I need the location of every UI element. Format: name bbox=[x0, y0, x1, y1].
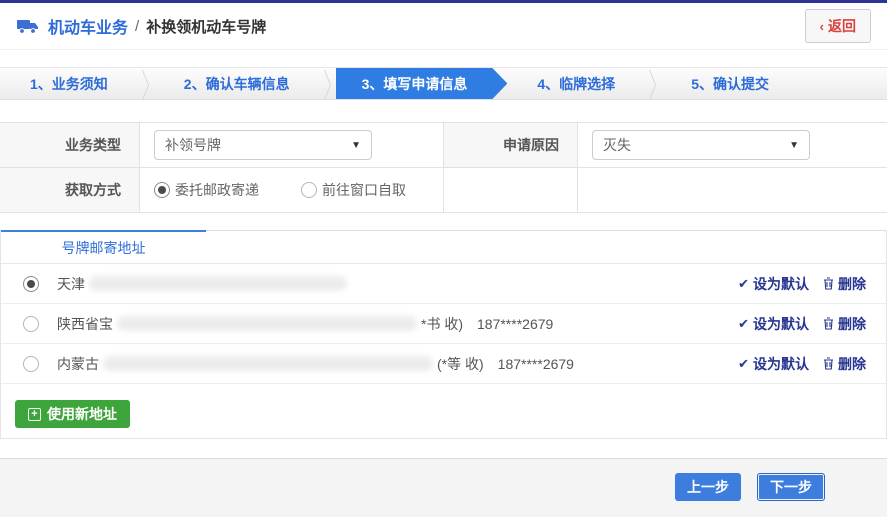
redacted-address-blur bbox=[117, 316, 417, 331]
step-1-business-notice[interactable]: 1、业务须知 bbox=[0, 68, 138, 99]
page-title: 机动车业务 bbox=[48, 14, 128, 38]
address-tab-bar: 号牌邮寄地址 bbox=[1, 230, 886, 264]
set-default-label: 设为默认 bbox=[753, 314, 809, 334]
address-text: 内蒙古 (*等 收) 187****2679 bbox=[57, 354, 574, 374]
obtain-method-cell: 委托邮政寄递 前往窗口自取 bbox=[140, 168, 443, 212]
chevron-down-icon: ▼ bbox=[351, 140, 361, 151]
address-radio-icon[interactable] bbox=[23, 316, 39, 332]
next-step-button[interactable]: 下一步 bbox=[757, 473, 825, 501]
address-radio-icon[interactable] bbox=[23, 356, 39, 372]
empty-cell bbox=[578, 168, 887, 212]
set-default-link[interactable]: ✔ 设为默认 bbox=[738, 354, 809, 374]
trash-icon bbox=[823, 357, 834, 370]
set-default-link[interactable]: ✔ 设为默认 bbox=[738, 314, 809, 334]
obtain-method-radio-group: 委托邮政寄递 前往窗口自取 bbox=[154, 180, 406, 200]
use-new-address-button[interactable]: + 使用新地址 bbox=[15, 400, 130, 428]
apply-reason-cell: 灭失 ▼ bbox=[578, 123, 887, 167]
apply-reason-select[interactable]: 灭失 ▼ bbox=[592, 130, 810, 160]
page-header: 机动车业务 / 补换领机动车号牌 ‹ 返回 bbox=[0, 3, 887, 50]
address-actions: ✔ 设为默认 删除 bbox=[738, 354, 866, 374]
radio-selected-icon[interactable] bbox=[154, 182, 170, 198]
address-suffix: (*等 收) bbox=[437, 354, 484, 374]
step-4-temp-plate[interactable]: 4、临牌选择 bbox=[507, 68, 645, 99]
address-phone: 187****2679 bbox=[477, 316, 553, 332]
empty-cell bbox=[443, 168, 578, 212]
redacted-address-blur bbox=[103, 356, 433, 371]
set-default-label: 设为默认 bbox=[753, 354, 809, 374]
apply-reason-value: 灭失 bbox=[603, 135, 631, 155]
truck-icon bbox=[16, 17, 40, 35]
address-actions: ✔ 设为默认 删除 bbox=[738, 274, 866, 294]
step-2-confirm-vehicle[interactable]: 2、确认车辆信息 bbox=[154, 68, 320, 99]
radio-option-mail-label: 委托邮政寄递 bbox=[175, 180, 259, 200]
radio-option-mail[interactable]: 委托邮政寄递 bbox=[154, 180, 259, 200]
obtain-method-label: 获取方式 bbox=[0, 168, 140, 212]
back-button[interactable]: ‹ 返回 bbox=[805, 9, 871, 43]
address-suffix: *书 收) bbox=[421, 314, 463, 334]
trash-icon bbox=[823, 277, 834, 290]
address-prefix: 内蒙古 bbox=[57, 354, 99, 374]
address-row: 天津 ✔ 设为默认 删除 bbox=[1, 264, 886, 304]
address-actions: ✔ 设为默认 删除 bbox=[738, 314, 866, 334]
address-text: 天津 bbox=[57, 274, 351, 294]
delete-link[interactable]: 删除 bbox=[823, 314, 866, 334]
step-3-fill-application[interactable]: 3、填写申请信息 bbox=[336, 68, 508, 99]
step-progress-bar: 1、业务须知 2、确认车辆信息 3、填写申请信息 4、临牌选择 5、确认提交 bbox=[0, 67, 887, 100]
breadcrumb-current: 补换领机动车号牌 bbox=[146, 16, 266, 37]
new-address-area: + 使用新地址 bbox=[1, 384, 886, 438]
set-default-link[interactable]: ✔ 设为默认 bbox=[738, 274, 809, 294]
address-row: 内蒙古 (*等 收) 187****2679 ✔ 设为默认 删除 bbox=[1, 344, 886, 384]
chevron-down-icon: ▼ bbox=[789, 140, 799, 151]
step-separator-icon bbox=[320, 68, 336, 99]
trash-icon bbox=[823, 317, 834, 330]
back-chevron-icon: ‹ bbox=[820, 19, 824, 34]
delete-label: 删除 bbox=[838, 354, 866, 374]
use-new-address-label: 使用新地址 bbox=[47, 404, 117, 424]
previous-step-button[interactable]: 上一步 bbox=[675, 473, 741, 501]
plus-icon: + bbox=[28, 408, 41, 421]
address-row: 陕西省宝 *书 收) 187****2679 ✔ 设为默认 删除 bbox=[1, 304, 886, 344]
business-type-select[interactable]: 补领号牌 ▼ bbox=[154, 130, 372, 160]
apply-reason-label: 申请原因 bbox=[443, 123, 578, 167]
step-5-confirm-submit[interactable]: 5、确认提交 bbox=[661, 68, 799, 99]
back-button-label: 返回 bbox=[828, 16, 856, 36]
business-type-value: 补领号牌 bbox=[165, 135, 221, 155]
tab-plate-mailing-address[interactable]: 号牌邮寄地址 bbox=[1, 230, 206, 263]
tab-bar-filler bbox=[206, 230, 886, 263]
delete-link[interactable]: 删除 bbox=[823, 274, 866, 294]
address-phone: 187****2679 bbox=[498, 356, 574, 372]
footer-action-bar: 上一步 下一步 bbox=[0, 458, 887, 517]
business-type-label: 业务类型 bbox=[0, 123, 140, 167]
check-icon: ✔ bbox=[738, 316, 749, 332]
mailing-address-section: 号牌邮寄地址 天津 ✔ 设为默认 删除 陕西省宝 bbox=[0, 230, 887, 439]
application-form: 业务类型 补领号牌 ▼ 申请原因 灭失 ▼ 获取方式 委托邮政寄递 bbox=[0, 122, 887, 213]
radio-option-pickup-label: 前往窗口自取 bbox=[322, 180, 406, 200]
business-type-cell: 补领号牌 ▼ bbox=[140, 123, 443, 167]
radio-unselected-icon[interactable] bbox=[301, 182, 317, 198]
delete-link[interactable]: 删除 bbox=[823, 354, 866, 374]
radio-option-pickup[interactable]: 前往窗口自取 bbox=[301, 180, 406, 200]
check-icon: ✔ bbox=[738, 276, 749, 292]
address-text: 陕西省宝 *书 收) 187****2679 bbox=[57, 314, 553, 334]
form-row-obtain-method: 获取方式 委托邮政寄递 前往窗口自取 bbox=[0, 168, 887, 212]
step-separator-icon bbox=[645, 68, 661, 99]
address-radio-selected-icon[interactable] bbox=[23, 276, 39, 292]
step-separator-icon bbox=[138, 68, 154, 99]
check-icon: ✔ bbox=[738, 356, 749, 372]
redacted-address-blur bbox=[89, 276, 347, 291]
set-default-label: 设为默认 bbox=[753, 274, 809, 294]
breadcrumb-separator: / bbox=[135, 18, 139, 35]
form-row-type-reason: 业务类型 补领号牌 ▼ 申请原因 灭失 ▼ bbox=[0, 123, 887, 168]
address-prefix: 陕西省宝 bbox=[57, 314, 113, 334]
delete-label: 删除 bbox=[838, 274, 866, 294]
address-prefix: 天津 bbox=[57, 274, 85, 294]
delete-label: 删除 bbox=[838, 314, 866, 334]
